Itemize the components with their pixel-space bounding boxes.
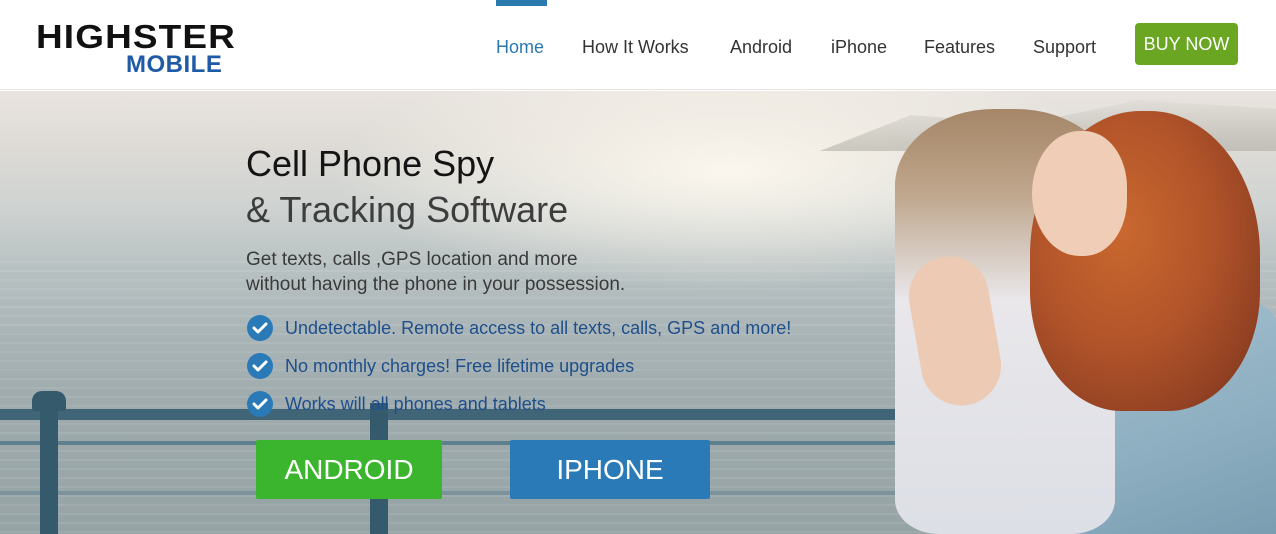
check-circle-icon xyxy=(247,315,273,341)
nav-item-android[interactable]: Android xyxy=(730,36,792,58)
check-circle-icon xyxy=(247,353,273,379)
hero-subtitle: & Tracking Software xyxy=(246,189,569,230)
railing-post xyxy=(40,403,58,534)
site-header: HIGHSTER MOBILE Home How It Works Androi… xyxy=(0,0,1276,90)
feature-text: Works will all phones and tablets xyxy=(285,394,546,414)
buy-now-button[interactable]: BUY NOW xyxy=(1135,23,1238,65)
nav-item-iphone[interactable]: iPhone xyxy=(831,36,887,58)
iphone-button[interactable]: IPHONE xyxy=(510,440,710,499)
hero-description: Get texts, calls ,GPS location and more … xyxy=(246,247,726,297)
hero-description-line: Get texts, calls ,GPS location and more xyxy=(246,249,578,270)
android-button[interactable]: ANDROID xyxy=(256,440,442,499)
hero-title: Cell Phone Spy xyxy=(246,143,495,184)
hero-description-line: without having the phone in your possess… xyxy=(246,274,626,295)
hero-section: Cell Phone Spy & Tracking Software Get t… xyxy=(0,91,1276,534)
logo-wordmark-top: HIGHSTER xyxy=(36,18,236,55)
nav-item-how-it-works[interactable]: How It Works xyxy=(582,36,689,58)
active-nav-indicator xyxy=(496,0,547,6)
highster-mobile-logo[interactable]: HIGHSTER MOBILE xyxy=(36,20,251,78)
logo-wordmark-bottom: MOBILE xyxy=(126,51,223,78)
feature-text: No monthly charges! Free lifetime upgrad… xyxy=(285,356,635,376)
nav-item-features[interactable]: Features xyxy=(924,36,995,58)
hugging-woman-face xyxy=(1032,131,1127,256)
check-circle-icon xyxy=(247,391,273,417)
feature-text: Undetectable. Remote access to all texts… xyxy=(285,318,792,338)
nav-item-support[interactable]: Support xyxy=(1033,36,1096,58)
nav-item-home[interactable]: Home xyxy=(496,36,544,58)
